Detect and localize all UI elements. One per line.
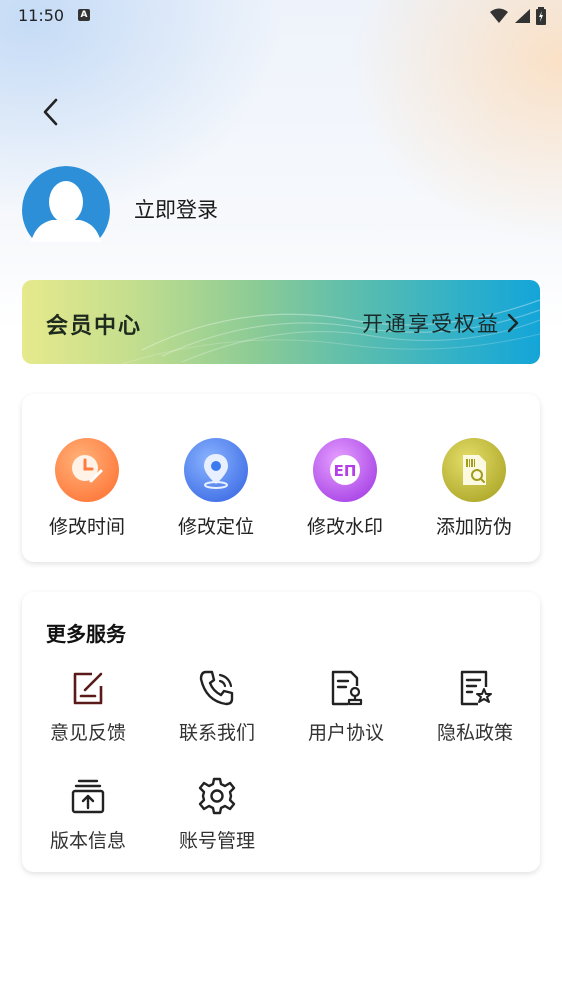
services-title: 更多服务 [46, 622, 126, 646]
service-label: 隐私政策 [436, 722, 513, 744]
privacy-policy-icon [455, 668, 495, 708]
service-label: 意见反馈 [49, 722, 126, 744]
wifi-icon [490, 8, 508, 23]
signal-icon [515, 9, 530, 23]
service-user-agreement[interactable]: 用户协议 [282, 668, 410, 745]
back-button[interactable] [30, 92, 70, 132]
tool-label: 修改定位 [177, 516, 254, 538]
anti-counterfeit-icon [442, 438, 506, 502]
tool-label: 添加防伪 [435, 516, 512, 538]
vip-center-banner[interactable]: 会员中心 开通享受权益 [22, 280, 540, 364]
watermark-stamp-icon: EΠ [313, 438, 377, 502]
tools-card: 修改时间 修改定位 EΠ 修改水印 添加防伪 [22, 394, 540, 562]
service-label: 版本信息 [49, 830, 126, 852]
status-icons [490, 7, 546, 25]
service-contact-us[interactable]: 联系我们 [153, 668, 281, 745]
vip-cta-label: 开通享受权益 [362, 312, 500, 336]
status-time: 11:50 [18, 6, 65, 25]
tool-label: 修改水印 [306, 516, 383, 538]
more-services-card: 更多服务 意见反馈 联系我们 用户协议 隐私政策 版本信息 账号管理 [22, 592, 540, 872]
chevron-right-icon [507, 313, 519, 333]
notification-badge: A [78, 9, 90, 21]
tool-modify-location[interactable]: 修改定位 [152, 438, 280, 539]
avatar[interactable] [22, 166, 110, 242]
tool-label: 修改时间 [48, 516, 125, 538]
service-version-info[interactable]: 版本信息 [24, 776, 152, 853]
default-avatar-icon [22, 166, 110, 242]
gear-icon [197, 776, 237, 816]
version-upload-icon [68, 776, 108, 816]
tool-modify-time[interactable]: 修改时间 [23, 438, 151, 539]
tool-add-anti-counterfeit[interactable]: 添加防伪 [410, 438, 538, 539]
service-label: 用户协议 [307, 722, 384, 744]
tool-modify-watermark[interactable]: EΠ 修改水印 [281, 438, 409, 539]
service-label: 账号管理 [178, 830, 255, 852]
status-bar: 11:50 A [0, 0, 562, 32]
user-agreement-icon [326, 668, 366, 708]
login-link[interactable]: 立即登录 [134, 194, 218, 224]
chevron-left-icon [43, 98, 58, 126]
service-label: 联系我们 [178, 722, 255, 744]
phone-call-icon [197, 668, 237, 708]
clock-edit-icon [55, 438, 119, 502]
svg-text:EΠ: EΠ [334, 462, 357, 480]
service-feedback[interactable]: 意见反馈 [24, 668, 152, 745]
vip-center-title: 会员中心 [46, 314, 143, 339]
location-pin-icon [184, 438, 248, 502]
vip-open-benefits[interactable]: 开通享受权益 [362, 308, 520, 338]
service-privacy-policy[interactable]: 隐私政策 [411, 668, 539, 745]
feedback-edit-icon [68, 668, 108, 708]
service-account-management[interactable]: 账号管理 [153, 776, 281, 853]
battery-charging-icon [536, 7, 546, 25]
